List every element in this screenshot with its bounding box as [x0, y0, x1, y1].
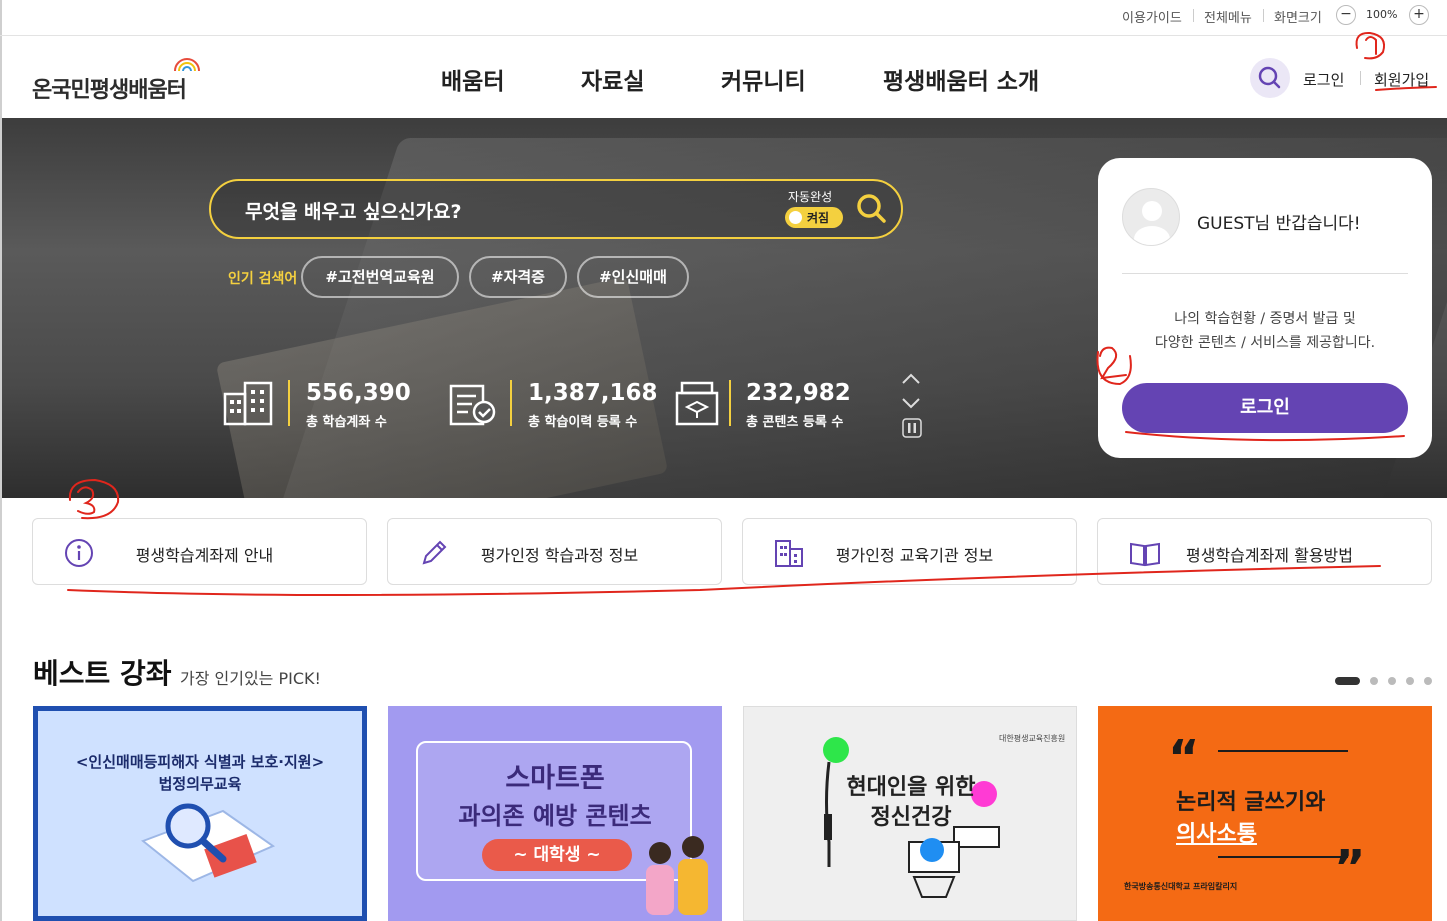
- course-title-line2: 정신건강: [870, 805, 952, 830]
- course-title-line2: 의사소통: [1176, 822, 1257, 847]
- course-title-line1: <인신매매등피해자 식별과 보호·지원>: [75, 753, 325, 771]
- card-description-line1: 나의 학습현황 / 증명서 발급 및: [1174, 311, 1356, 327]
- course-title-line1: 논리적 글쓰기와: [1176, 790, 1326, 815]
- course-title-line2: 법정의무교육: [158, 775, 242, 793]
- content-box-icon: [675, 381, 719, 426]
- popular-keywords-label: 인기 검색어: [228, 271, 298, 287]
- main-search-box[interactable]: 무엇을 배우고 싶으신가요? 자동완성 켜짐: [209, 179, 903, 239]
- all-menu-link[interactable]: 전체메뉴: [1204, 7, 1252, 26]
- pause-icon[interactable]: [902, 418, 922, 438]
- keyword-tag[interactable]: #자격증: [469, 256, 567, 298]
- stat-divider: [510, 380, 512, 426]
- annotation-label: 3: [86, 504, 87, 506]
- pagination-dot[interactable]: [1388, 677, 1396, 685]
- user-icon: [1134, 201, 1170, 245]
- utility-bar: 이용가이드 전체메뉴 화면크기 − 100% +: [0, 0, 1447, 36]
- avatar: [1122, 188, 1180, 246]
- chevron-up-icon[interactable]: [900, 372, 922, 386]
- divider: [1193, 9, 1194, 22]
- nav-about[interactable]: 평생배움터 소개: [883, 62, 1039, 96]
- autocomplete-toggle[interactable]: 켜짐: [785, 207, 843, 228]
- best-section-subtitle: 가장 인기있는 PICK!: [180, 669, 321, 688]
- zoom-out-button[interactable]: −: [1336, 5, 1356, 25]
- login-card: GUEST님 반갑습니다! 나의 학습현황 / 증명서 발급 및 다양한 콘텐츠…: [1098, 158, 1432, 458]
- autocomplete-state: 켜짐: [807, 211, 830, 225]
- header-search-button[interactable]: [1250, 58, 1290, 98]
- quick-menu-institution-info[interactable]: 평가인정 교육기관 정보: [742, 518, 1077, 585]
- header-signup-link[interactable]: 회원가입: [1374, 69, 1429, 90]
- screen-size-label: 화면크기: [1274, 11, 1322, 26]
- nav-learning[interactable]: 배움터: [441, 62, 504, 96]
- guide-link[interactable]: 이용가이드: [1122, 7, 1182, 26]
- quick-menu-account-guide[interactable]: 평생학습계좌제 안내: [32, 518, 367, 585]
- toggle-knob: [789, 211, 802, 224]
- building-icon: [223, 381, 273, 426]
- course-card[interactable]: 스마트폰 과의존 예방 콘텐츠 ~ 대학생 ~: [388, 706, 722, 921]
- stat-history-value: 1,387,168: [528, 380, 658, 406]
- keyword-tag[interactable]: #인신매매: [577, 256, 689, 298]
- annotation-circle-1: [1355, 31, 1386, 60]
- site-logo[interactable]: 온국민평생배움터: [32, 72, 187, 104]
- header-login-link[interactable]: 로그인: [1303, 69, 1344, 90]
- page: { "util":{"guide":"이용가이드","allmenu":"전체메…: [0, 0, 1447, 921]
- stat-contents-label: 총 콘텐츠 등록 수: [746, 415, 844, 430]
- pagination-dot[interactable]: [1424, 677, 1432, 685]
- search-icon: [1258, 66, 1281, 89]
- nav-community[interactable]: 커뮤니티: [721, 62, 806, 96]
- best-section-title: 베스트 강좌: [33, 657, 172, 690]
- decorative-line: [1218, 750, 1348, 752]
- course-card[interactable]: “ 논리적 글쓰기와 의사소통 ” 한국방송통신대학교 프라임칼리지: [1098, 706, 1432, 921]
- annotation-mark-1: [1365, 36, 1377, 55]
- course-title-line1: 현대인을 위한: [846, 775, 976, 800]
- annotation-label: 1: [1365, 54, 1366, 56]
- stat-divider: [729, 380, 731, 426]
- greeting-text: GUEST님 반갑습니다!: [1197, 214, 1361, 234]
- zoom-level: 100%: [1366, 8, 1398, 21]
- divider: [1263, 9, 1264, 22]
- quick-menu-label: 평가인정 학습과정 정보: [480, 546, 639, 565]
- quick-menu-course-info[interactable]: 평가인정 학습과정 정보: [387, 518, 722, 585]
- divider: [1360, 71, 1361, 85]
- stat-history-label: 총 학습이력 등록 수: [528, 415, 638, 430]
- pagination-dot[interactable]: [1406, 677, 1414, 685]
- search-input[interactable]: 무엇을 배우고 싶으신가요?: [245, 197, 462, 224]
- quick-menu-usage[interactable]: 평생학습계좌제 활용방법: [1097, 518, 1432, 585]
- course-badge: ~ 대학생 ~: [482, 839, 632, 871]
- chevron-down-icon[interactable]: [900, 396, 922, 410]
- autocomplete-label: 자동완성: [788, 190, 833, 204]
- search-icon[interactable]: [856, 193, 888, 225]
- stat-accounts-label: 총 학습계좌 수: [306, 415, 387, 430]
- keyword-tag[interactable]: #고전번역교육원: [301, 256, 459, 298]
- quick-menu-label: 평생학습계좌제 안내: [135, 546, 274, 565]
- nav-resources[interactable]: 자료실: [581, 62, 644, 96]
- stat-accounts-value: 556,390: [306, 380, 411, 406]
- stat-contents-value: 232,982: [746, 380, 851, 406]
- course-title-line2: 과의존 예방 콘텐츠: [458, 802, 652, 830]
- login-button[interactable]: 로그인: [1122, 383, 1408, 433]
- course-title-line1: 스마트폰: [505, 763, 605, 794]
- course-card[interactable]: 대한평생교육진흥원 현대인을 위한 정신건강: [743, 706, 1077, 921]
- close-quote-icon: ”: [1334, 840, 1366, 896]
- course-card[interactable]: <인신매매등피해자 식별과 보호·지원> 법정의무교육: [33, 706, 367, 921]
- magnifier-phone-illustration: [141, 803, 276, 883]
- open-quote-icon: “: [1168, 730, 1200, 786]
- students-illustration: [646, 836, 708, 915]
- card-description-line2: 다양한 콘텐츠 / 서비스를 제공합니다.: [1154, 335, 1376, 351]
- stat-divider: [288, 380, 290, 426]
- divider: [1122, 273, 1408, 274]
- decorative-line: [1218, 856, 1348, 858]
- checklist-icon: [449, 384, 496, 426]
- course-org: 한국방송통신대학교 프라임칼리지: [1124, 882, 1238, 891]
- pagination-dot-active[interactable]: [1335, 677, 1360, 685]
- zoom-in-button[interactable]: +: [1409, 5, 1429, 25]
- rainbow-logo-icon: [174, 58, 200, 72]
- quick-menu-label: 평생학습계좌제 활용방법: [1185, 546, 1353, 565]
- pagination-dot[interactable]: [1370, 677, 1378, 685]
- quick-menu-label: 평가인정 교육기관 정보: [835, 546, 994, 565]
